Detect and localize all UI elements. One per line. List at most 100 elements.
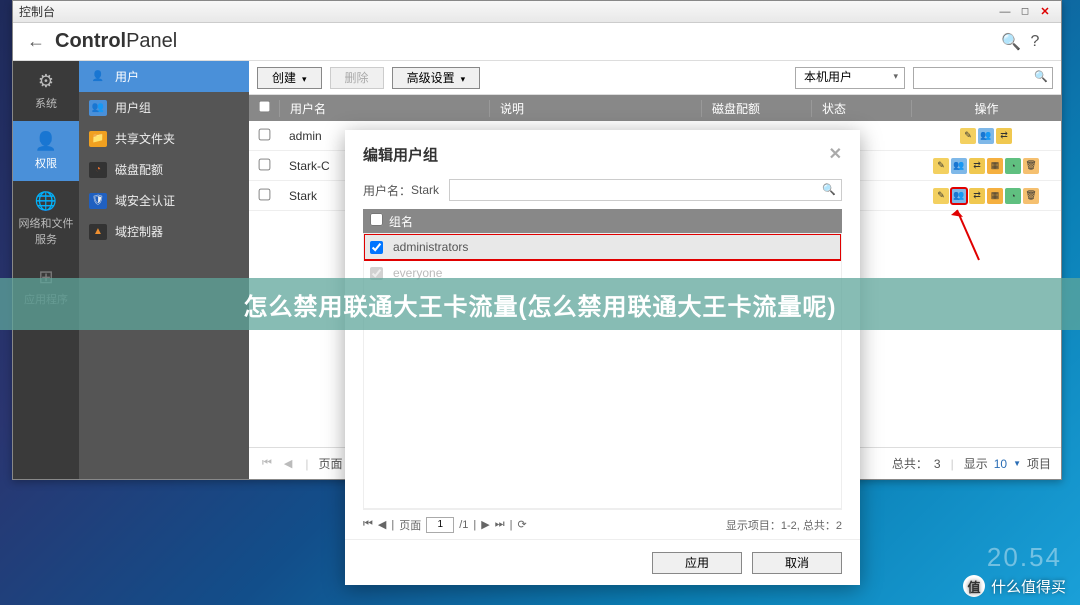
search-input[interactable] [913, 67, 1053, 89]
pager-items-label: 项目 [1027, 455, 1051, 472]
toolbar: 创建 删除 高级设置 本机用户 [249, 61, 1061, 95]
search-icon[interactable]: 🔍 [999, 32, 1023, 52]
modal-pager: ⏮ ◀ | 页面 /1 | ▶ ⏭ | ⟳ 显示项目：1-2, 总共：2 [363, 509, 842, 539]
cancel-button[interactable]: 取消 [752, 552, 842, 574]
quota-icon[interactable]: ◔ [1005, 158, 1021, 174]
pager-first-icon[interactable]: ⏮ [363, 518, 373, 531]
col-status[interactable]: 状态 [811, 100, 911, 117]
table-header: 用户名 说明 磁盘配额 状态 操作 [249, 95, 1061, 121]
window-titlebar: 控制台 [13, 1, 1061, 23]
chevron-down-icon[interactable]: ▼ [1013, 459, 1021, 468]
group-icon: 👥 [89, 100, 107, 116]
pager-total-label: 总共： [892, 455, 928, 472]
back-arrow-icon[interactable]: ← [27, 31, 45, 52]
col-operations: 操作 [911, 100, 1061, 117]
panel-header: ← ControlPanel 🔍 ? [13, 23, 1061, 61]
col-groupname: 组名 [389, 213, 413, 230]
folder-icon: 📁 [89, 131, 107, 147]
modal-group-list: administrators everyone [363, 233, 842, 509]
watermark-badge-icon: 值 [963, 575, 985, 597]
subnav-item-users[interactable]: 👤用户 [79, 61, 249, 92]
app-icon[interactable]: ▦ [987, 158, 1003, 174]
col-username[interactable]: 用户名 [279, 100, 489, 117]
subnav-item-groups[interactable]: 👥用户组 [79, 92, 249, 123]
window-maximize-button[interactable] [1015, 4, 1035, 20]
quota-icon[interactable]: ◔ [1005, 188, 1021, 204]
col-quota[interactable]: 磁盘配额 [701, 100, 811, 117]
modal-pager-of: /1 [459, 519, 468, 531]
modal-search-input[interactable] [449, 179, 842, 201]
page-title: ControlPanel [55, 30, 999, 53]
col-description[interactable]: 说明 [489, 100, 701, 117]
pager-page-label: 页面 [319, 455, 343, 472]
pager-prev-icon[interactable]: ◀ [281, 457, 295, 470]
watermark-text: 什么值得买 [991, 576, 1066, 597]
share-icon[interactable]: ⇄ [996, 128, 1012, 144]
modal-pager-summary: 显示项目：1-2, 总共：2 [726, 517, 842, 533]
modal-close-icon[interactable]: ✕ [829, 144, 842, 165]
row-checkbox[interactable] [258, 158, 270, 170]
modal-username-label: 用户名： [363, 182, 411, 199]
edit-icon[interactable]: ✎ [933, 158, 949, 174]
row-actions: ✎👥⇄▦◔🗑 [933, 158, 1039, 174]
pager-refresh-icon[interactable]: ⟳ [518, 518, 527, 531]
watermark: 值 什么值得买 [963, 575, 1066, 597]
window-close-button[interactable] [1035, 4, 1055, 20]
share-icon[interactable]: ⇄ [969, 188, 985, 204]
modal-title: 编辑用户组 [363, 144, 438, 165]
pager-last-icon[interactable]: ⏭ [495, 518, 505, 531]
delete-button: 删除 [330, 67, 384, 89]
subnav-item-domain[interactable]: ▲域控制器 [79, 216, 249, 247]
rail-nav: ⚙系统 👤权限 🌐网络和文件服务 ⊞应用程序 [13, 61, 79, 479]
modal-pager-input[interactable] [426, 517, 454, 533]
row-actions: ✎👥⇄▦◔🗑 [933, 188, 1039, 204]
scope-select[interactable]: 本机用户 [795, 67, 905, 89]
advanced-button[interactable]: 高级设置 [392, 67, 481, 89]
pager-first-icon[interactable]: ⏮ [259, 457, 275, 470]
row-checkbox[interactable] [258, 128, 270, 140]
select-all-checkbox[interactable] [258, 101, 270, 113]
create-button[interactable]: 创建 [257, 67, 322, 89]
edit-group-modal: 编辑用户组 ✕ 用户名： Stark 组名 administrators eve… [345, 130, 860, 585]
desktop-clock: 20.54 [987, 542, 1062, 573]
pager-total-value: 3 [934, 457, 941, 471]
group-icon[interactable]: 👥 [978, 128, 994, 144]
group-row-administrators[interactable]: administrators [364, 234, 841, 260]
group-select-all-checkbox[interactable] [370, 213, 383, 226]
delete-icon[interactable]: 🗑 [1023, 188, 1039, 204]
help-icon[interactable]: ? [1023, 33, 1047, 51]
sub-nav: 👤用户 👥用户组 📁共享文件夹 ◔磁盘配额 🛡域安全认证 ▲域控制器 [79, 61, 249, 479]
pager-prev-icon[interactable]: ◀ [378, 518, 386, 531]
group-checkbox[interactable] [370, 241, 383, 254]
overlay-caption: 怎么禁用联通大王卡流量(怎么禁用联通大王卡流量呢) [0, 278, 1080, 330]
pager-next-icon[interactable]: ▶ [481, 518, 489, 531]
subnav-item-security[interactable]: 🛡域安全认证 [79, 185, 249, 216]
group-icon[interactable]: 👥 [951, 158, 967, 174]
apply-button[interactable]: 应用 [652, 552, 742, 574]
modal-pager-label: 页面 [399, 517, 421, 533]
rail-item-system[interactable]: ⚙系统 [13, 61, 79, 121]
modal-username-value: Stark [411, 183, 439, 197]
window-minimize-button[interactable] [995, 4, 1015, 20]
rail-item-privilege[interactable]: 👤权限 [13, 121, 79, 181]
edit-icon[interactable]: ✎ [960, 128, 976, 144]
group-icon[interactable]: 👥 [951, 188, 967, 204]
user-icon: 👤 [15, 131, 77, 152]
pager-show-label: 显示 [964, 455, 988, 472]
row-checkbox[interactable] [258, 188, 270, 200]
delete-icon[interactable]: 🗑 [1023, 158, 1039, 174]
window-title: 控制台 [19, 3, 55, 20]
subnav-item-quota[interactable]: ◔磁盘配额 [79, 154, 249, 185]
quota-icon: ◔ [89, 162, 107, 178]
edit-icon[interactable]: ✎ [933, 188, 949, 204]
rail-item-network[interactable]: 🌐网络和文件服务 [13, 181, 79, 257]
group-name: administrators [393, 240, 468, 254]
subnav-item-shared[interactable]: 📁共享文件夹 [79, 123, 249, 154]
share-icon[interactable]: ⇄ [969, 158, 985, 174]
modal-group-header: 组名 [363, 209, 842, 233]
shield-icon: 🛡 [89, 193, 107, 209]
pager-show-value[interactable]: 10 [994, 457, 1007, 471]
gear-icon: ⚙ [15, 71, 77, 92]
app-icon[interactable]: ▦ [987, 188, 1003, 204]
row-actions: ✎👥⇄ [960, 128, 1012, 144]
